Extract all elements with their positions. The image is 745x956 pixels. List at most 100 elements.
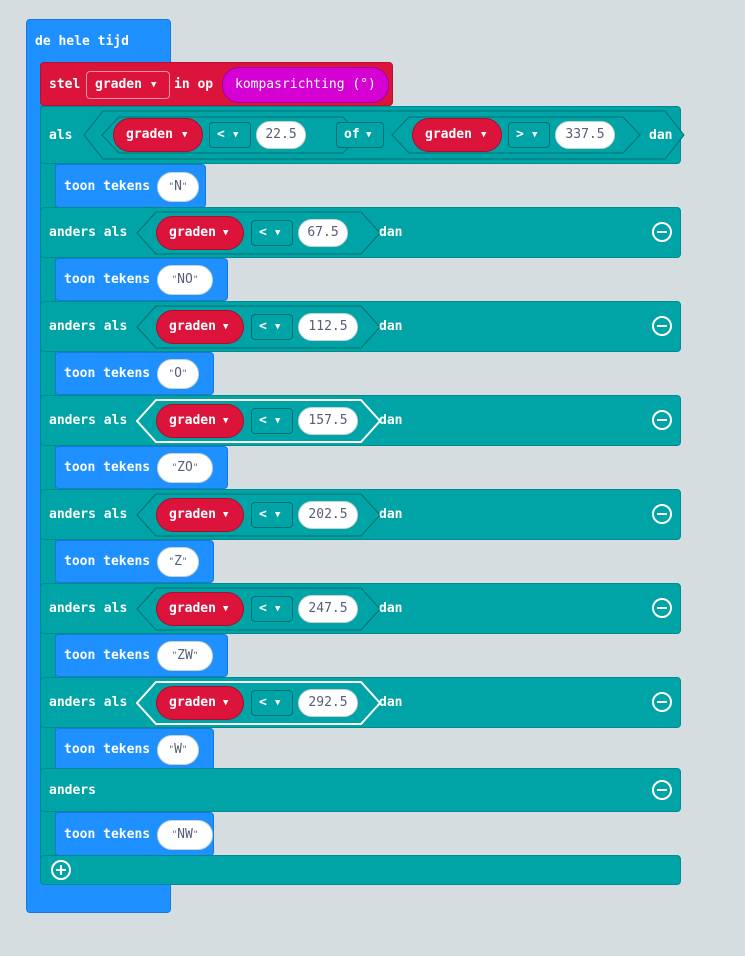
plus-circle-icon[interactable] — [51, 860, 71, 880]
variable-graden[interactable]: graden ▼ — [113, 118, 203, 152]
operator-dropdown[interactable]: < ▼ — [251, 220, 293, 246]
quote-close: " — [181, 557, 188, 567]
minus-circle-icon[interactable] — [652, 598, 672, 618]
grid-mark — [367, 7, 373, 13]
show-string-block[interactable]: toon tekens "ZO" — [55, 446, 228, 489]
grid-mark — [167, 927, 173, 933]
variable-graden[interactable]: graden ▼ — [156, 216, 244, 250]
show-string-block[interactable]: toon tekens "NW" — [55, 812, 214, 856]
caret-down-icon: ▼ — [481, 130, 487, 140]
number-input[interactable]: 247.5 — [298, 595, 358, 623]
grid-mark — [7, 47, 13, 53]
grid-mark — [727, 687, 733, 693]
else-if-row[interactable]: anders als graden ▼ < ▼ 112.5 dan — [40, 301, 681, 352]
show-string-block[interactable]: toon tekens "N" — [55, 164, 206, 208]
minus-circle-icon[interactable] — [652, 692, 672, 712]
grid-mark — [207, 47, 213, 53]
caret-down-icon: ▼ — [182, 130, 188, 140]
caret-down-icon: ▼ — [275, 510, 281, 520]
variable-dropdown[interactable]: graden ▼ — [86, 71, 170, 99]
grid-mark — [207, 887, 213, 893]
minus-circle-icon[interactable] — [652, 316, 672, 336]
variable-graden[interactable]: graden ▼ — [412, 118, 502, 152]
operator-dropdown[interactable]: > ▼ — [508, 122, 550, 148]
logic-operator-dropdown[interactable]: of ▼ — [336, 122, 384, 148]
string-input[interactable]: "NW" — [157, 820, 213, 850]
if-row[interactable]: als graden ▼ < ▼ 22.5 of ▼ graden ▼ > ▼ … — [40, 106, 685, 164]
grid-mark — [367, 887, 373, 893]
grid-mark — [327, 287, 333, 293]
string-input[interactable]: "ZW" — [157, 641, 213, 671]
else-row[interactable]: anders — [40, 768, 681, 812]
number-input[interactable]: 67.5 — [298, 219, 348, 247]
else-if-row[interactable]: anders als graden ▼ < ▼ 247.5 dan — [40, 583, 681, 634]
then-label: dan — [379, 507, 403, 522]
quote-close: " — [181, 745, 188, 755]
minus-circle-icon[interactable] — [652, 504, 672, 524]
operator-dropdown[interactable]: < ▼ — [251, 596, 293, 622]
variable-name: graden — [169, 601, 216, 616]
grid-mark — [127, 927, 133, 933]
set-variable-block[interactable]: stel graden ▼ in op kompasrichting (°) — [40, 62, 393, 106]
show-string-block[interactable]: toon tekens "ZW" — [55, 634, 228, 677]
caret-down-icon: ▼ — [223, 322, 229, 332]
number-input[interactable]: 292.5 — [298, 689, 358, 717]
grid-mark — [407, 87, 413, 93]
operator-symbol: < — [259, 225, 267, 240]
number-input[interactable]: 157.5 — [298, 407, 358, 435]
else-if-row[interactable]: anders als graden ▼ < ▼ 292.5 dan — [40, 677, 681, 728]
grid-mark — [247, 287, 253, 293]
string-input[interactable]: "W" — [157, 735, 199, 765]
minus-circle-icon[interactable] — [652, 222, 672, 242]
variable-graden[interactable]: graden ▼ — [156, 686, 244, 720]
operator-dropdown[interactable]: < ▼ — [251, 690, 293, 716]
variable-graden[interactable]: graden ▼ — [156, 498, 244, 532]
grid-mark — [407, 447, 413, 453]
string-input[interactable]: "Z" — [157, 547, 199, 577]
string-input[interactable]: "ZO" — [157, 453, 213, 483]
grid-mark — [607, 7, 613, 13]
minus-circle-icon[interactable] — [652, 410, 672, 430]
operator-dropdown[interactable]: < ▼ — [209, 122, 251, 148]
string-value: Z — [174, 554, 182, 569]
else-if-row[interactable]: anders als graden ▼ < ▼ 202.5 dan — [40, 489, 681, 540]
grid-mark — [527, 847, 533, 853]
number-input[interactable]: 337.5 — [555, 121, 615, 149]
grid-mark — [727, 887, 733, 893]
variable-graden[interactable]: graden ▼ — [156, 592, 244, 626]
show-string-block[interactable]: toon tekens "O" — [55, 352, 214, 395]
show-string-block[interactable]: toon tekens "NO" — [55, 258, 228, 301]
show-string-block[interactable]: toon tekens "Z" — [55, 540, 214, 583]
number-input[interactable]: 112.5 — [298, 313, 358, 341]
caret-down-icon: ▼ — [275, 416, 281, 426]
minus-circle-icon[interactable] — [652, 780, 672, 800]
operator-dropdown[interactable]: < ▼ — [251, 502, 293, 528]
variable-graden[interactable]: graden ▼ — [156, 404, 244, 438]
operator-dropdown[interactable]: < ▼ — [251, 314, 293, 340]
grid-mark — [607, 367, 613, 373]
else-if-row[interactable]: anders als graden ▼ < ▼ 157.5 dan — [40, 395, 681, 446]
grid-mark — [7, 647, 13, 653]
grid-mark — [447, 367, 453, 373]
else-if-row[interactable]: anders als graden ▼ < ▼ 67.5 dan — [40, 207, 681, 258]
grid-mark — [527, 927, 533, 933]
string-input[interactable]: "N" — [157, 172, 199, 202]
show-string-block[interactable]: toon tekens "W" — [55, 728, 214, 771]
variable-graden[interactable]: graden ▼ — [156, 310, 244, 344]
string-input[interactable]: "O" — [157, 359, 199, 389]
compass-heading-block[interactable]: kompasrichting (°) — [222, 67, 389, 103]
show-label: toon tekens — [64, 742, 151, 757]
show-label: toon tekens — [64, 827, 151, 842]
grid-mark — [727, 447, 733, 453]
grid-mark — [607, 567, 613, 573]
grid-mark — [647, 647, 653, 653]
grid-mark — [687, 367, 693, 373]
string-input[interactable]: "NO" — [157, 265, 213, 295]
caret-down-icon: ▼ — [223, 228, 229, 238]
operator-dropdown[interactable]: < ▼ — [251, 408, 293, 434]
grid-mark — [327, 567, 333, 573]
number-input[interactable]: 202.5 — [298, 501, 358, 529]
variable-name: graden — [425, 127, 472, 142]
number-input[interactable]: 22.5 — [256, 121, 306, 149]
grid-mark — [447, 567, 453, 573]
